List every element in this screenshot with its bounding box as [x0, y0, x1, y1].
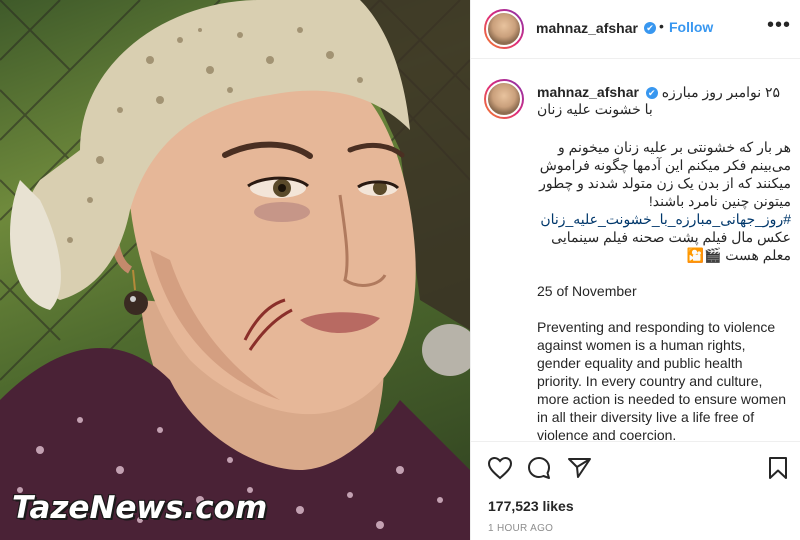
caption-avatar-icon[interactable]	[484, 79, 524, 119]
caption-photo-note: عکس مال فیلم پشت صحنه فیلم سینمایی معلم …	[551, 229, 791, 263]
username-link[interactable]: mahnaz_afshar	[536, 20, 638, 36]
post-timestamp[interactable]: 1 HOUR AGO	[488, 523, 553, 534]
comment-icon[interactable]	[527, 456, 553, 480]
post-sidebar: mahnaz_afshar ✔ • Follow ••• mahnaz_afsh…	[470, 0, 800, 540]
more-options-icon[interactable]: •••	[767, 14, 791, 37]
hashtag-link[interactable]: #روز_جهانی_مبارزه_با_خشونت_علیه_زنان	[537, 210, 791, 228]
action-bar: 177,523 likes 1 HOUR AGO	[471, 441, 800, 540]
share-icon[interactable]	[567, 456, 593, 480]
likes-count[interactable]: 177,523 likes	[488, 498, 574, 514]
verified-badge-icon: ✔	[644, 22, 656, 34]
caption-paragraph-en: Preventing and responding to violence ag…	[537, 319, 787, 441]
heart-icon[interactable]	[487, 456, 513, 480]
caption-date-line: 25 of November	[537, 283, 637, 299]
verified-badge-icon: ✔	[645, 87, 658, 99]
portrait-illustration	[0, 0, 470, 540]
caption-header: mahnaz_afshar ✔ ۲۵ نوامبر روز مبارزه با …	[537, 84, 791, 118]
caption-username-link[interactable]: mahnaz_afshar	[537, 84, 639, 100]
watermark-logo: TazeNews.com	[12, 490, 268, 526]
post-header: mahnaz_afshar ✔ • Follow •••	[471, 0, 800, 59]
profile-avatar-icon[interactable]	[484, 9, 524, 49]
caption-paragraph-fa: هر بار که خشونتی بر علیه زنان میخونم و م…	[539, 139, 791, 209]
separator-dot: •	[659, 18, 664, 34]
follow-button[interactable]: Follow	[669, 19, 713, 35]
caption-body-fa: هر بار که خشونتی بر علیه زنان میخونم و م…	[537, 138, 791, 264]
caption-section: mahnaz_afshar ✔ ۲۵ نوامبر روز مبارزه با …	[471, 60, 800, 441]
post-photo[interactable]: TazeNews.com	[0, 0, 470, 540]
bookmark-icon[interactable]	[767, 456, 789, 480]
